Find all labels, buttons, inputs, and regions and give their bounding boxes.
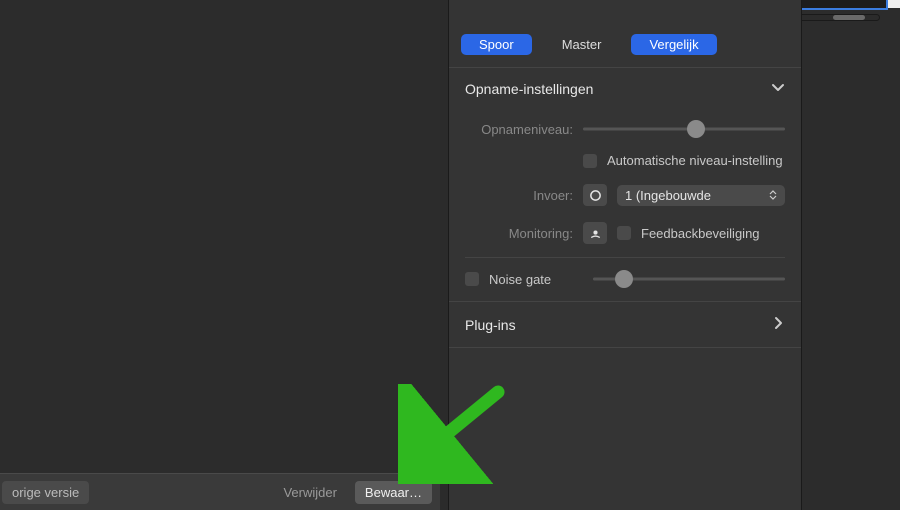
input-row: Invoer: 1 (Ingebouwde bbox=[465, 176, 785, 214]
feedback-checkbox[interactable] bbox=[617, 226, 631, 240]
monitoring-label: Monitoring: bbox=[465, 226, 573, 241]
tab-spoor[interactable]: Spoor bbox=[461, 34, 532, 55]
delete-button[interactable]: Verwijder bbox=[273, 481, 346, 504]
auto-level-label: Automatische niveau-instelling bbox=[607, 153, 783, 168]
noise-gate-checkbox[interactable] bbox=[465, 272, 479, 286]
monitoring-row: Monitoring: Feedbackbeveiliging bbox=[465, 214, 785, 252]
auto-level-checkbox[interactable] bbox=[583, 154, 597, 168]
app-window: Spoor Master Vergelijk Opname-instelling… bbox=[0, 0, 900, 510]
inspector-tabs: Spoor Master Vergelijk bbox=[449, 24, 801, 67]
recording-settings-body: Opnameniveau: Automatische niveau-instel… bbox=[449, 109, 801, 301]
monitoring-speaker-icon[interactable] bbox=[583, 222, 607, 244]
noise-gate-label: Noise gate bbox=[489, 272, 551, 287]
inspector-panel: Spoor Master Vergelijk Opname-instelling… bbox=[448, 0, 802, 510]
auto-level-row: Automatische niveau-instelling bbox=[465, 145, 785, 176]
input-label: Invoer: bbox=[465, 188, 573, 203]
feedback-label: Feedbackbeveiliging bbox=[641, 226, 760, 241]
divider bbox=[465, 257, 785, 258]
recording-level-row: Opnameniveau: bbox=[465, 113, 785, 145]
scrollbar-thumb[interactable] bbox=[833, 15, 865, 20]
plugins-header[interactable]: Plug-ins bbox=[449, 301, 801, 348]
recording-level-label: Opnameniveau: bbox=[465, 122, 573, 137]
tab-vergelijk[interactable]: Vergelijk bbox=[631, 34, 716, 55]
plugins-title: Plug-ins bbox=[465, 317, 516, 333]
slider-thumb[interactable] bbox=[615, 270, 633, 288]
select-stepper-icon bbox=[769, 190, 777, 200]
slider-track bbox=[583, 128, 785, 131]
input-circle-icon[interactable] bbox=[583, 184, 607, 206]
input-select-value: 1 (Ingebouwde bbox=[625, 188, 711, 203]
save-button[interactable]: Bewaar… bbox=[355, 481, 432, 504]
far-right-strip bbox=[802, 0, 900, 510]
noise-gate-slider[interactable] bbox=[593, 271, 785, 287]
chevron-right-icon bbox=[771, 316, 785, 333]
recording-level-slider[interactable] bbox=[583, 121, 785, 137]
slider-thumb[interactable] bbox=[687, 120, 705, 138]
previous-version-button[interactable]: orige versie bbox=[2, 481, 89, 504]
tab-master[interactable]: Master bbox=[544, 34, 620, 55]
editor-left-pane bbox=[0, 0, 440, 510]
chevron-down-icon bbox=[771, 80, 785, 97]
input-select[interactable]: 1 (Ingebouwde bbox=[617, 185, 785, 206]
recording-settings-title: Opname-instellingen bbox=[465, 81, 593, 97]
recording-settings-header[interactable]: Opname-instellingen bbox=[449, 67, 801, 109]
noise-gate-row: Noise gate bbox=[465, 263, 785, 295]
footer-action-bar: orige versie Verwijder Bewaar… bbox=[0, 473, 440, 510]
